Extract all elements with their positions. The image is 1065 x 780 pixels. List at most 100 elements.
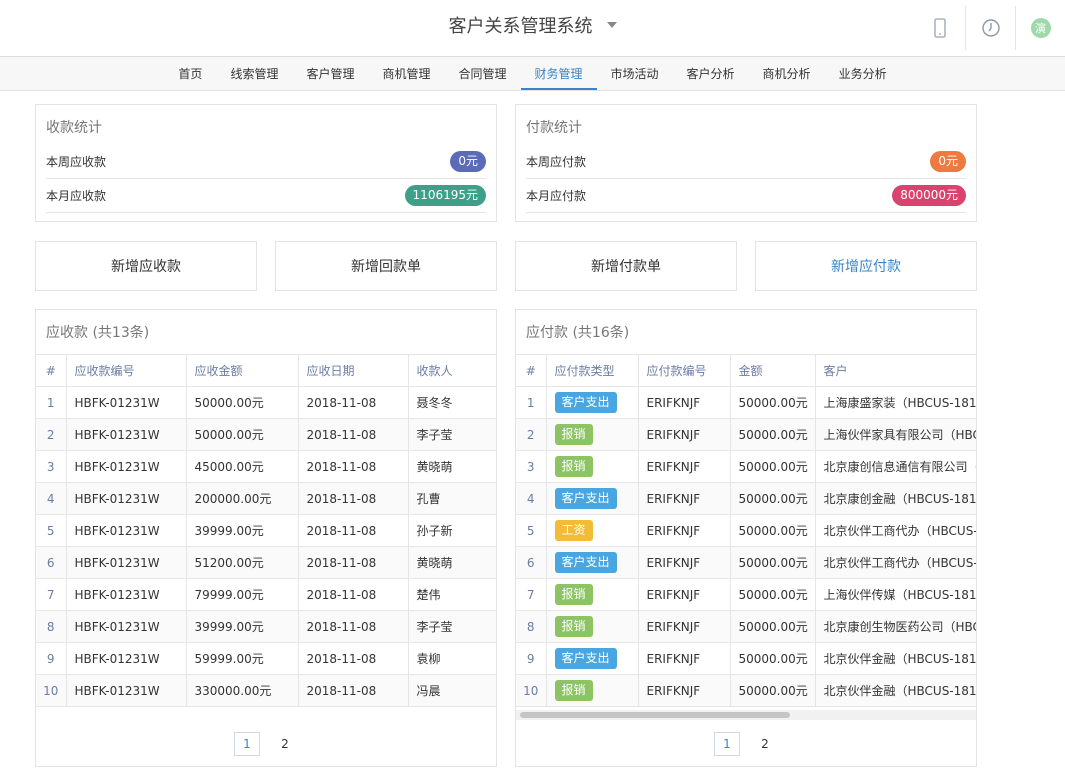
table-cell: 59999.00元 <box>186 642 299 675</box>
page-button[interactable]: 2 <box>272 732 298 756</box>
chevron-down-icon[interactable] <box>606 22 617 28</box>
nav-item[interactable]: 客户分析 <box>673 57 749 90</box>
table-cell: 北京伙伴金融（HBCUS-1810 <box>815 674 976 707</box>
table-row[interactable]: 2 报销 ERIFKNJF 50000.00元 上海伙伴家具有限公司（HBC <box>516 418 976 451</box>
page-button[interactable]: 2 <box>752 732 778 756</box>
table-cell: 李子莹 <box>408 610 496 643</box>
app-title[interactable]: 客户关系管理系统 <box>0 12 1065 38</box>
column-header[interactable]: 应收款编号 <box>66 354 187 387</box>
add-payment-button[interactable]: 新增付款单 <box>515 241 737 291</box>
table-cell: ERIFKNJF <box>638 418 731 451</box>
avatar[interactable]: 演 <box>1030 18 1051 38</box>
table-cell: 50000.00元 <box>730 418 816 451</box>
receivables-pagination: 12 <box>36 732 496 756</box>
table-cell: 50000.00元 <box>186 418 299 451</box>
table-row[interactable]: 1 客户支出 ERIFKNJF 50000.00元 上海康盛家装（HBCUS-1810 <box>516 386 976 419</box>
column-header[interactable]: 应收金额 <box>186 354 299 387</box>
add-receivable-button[interactable]: 新增应收款 <box>35 241 257 291</box>
type-tag: 工资 <box>554 520 593 541</box>
table-cell: 39999.00元 <box>186 514 299 547</box>
app-title-text[interactable]: 客户关系管理系统 <box>449 16 593 37</box>
table-row[interactable]: 8 HBFK-01231W 39999.00元 2018-11-08 李子莹 <box>36 610 496 643</box>
table-cell: 北京康创信息通信有限公司（ <box>815 450 976 483</box>
table-row[interactable]: 3 报销 ERIFKNJF 50000.00元 北京康创信息通信有限公司（ <box>516 450 976 483</box>
nav-item[interactable]: 商机管理 <box>368 57 444 90</box>
nav-item[interactable]: 首页 <box>164 57 216 90</box>
table-row[interactable]: 4 HBFK-01231W 200000.00元 2018-11-08 孔曹 <box>36 482 496 515</box>
stat-value-badge: 0元 <box>930 151 966 172</box>
table-row[interactable]: 6 HBFK-01231W 51200.00元 2018-11-08 黄晓萌 <box>36 546 496 579</box>
horizontal-scrollbar[interactable] <box>516 710 976 720</box>
table-row[interactable]: 7 报销 ERIFKNJF 50000.00元 上海伙伴传媒（HBCUS-1810 <box>516 578 976 611</box>
type-tag: 客户支出 <box>554 552 617 573</box>
phone-icon[interactable] <box>915 6 965 50</box>
table-cell: 50000.00元 <box>730 674 816 707</box>
table-row[interactable]: 1 HBFK-01231W 50000.00元 2018-11-08 聂冬冬 <box>36 386 496 419</box>
add-collection-button[interactable]: 新增回款单 <box>275 241 497 291</box>
table-cell: 3 <box>516 450 547 483</box>
nav-item[interactable]: 商机分析 <box>749 57 825 90</box>
table-row[interactable]: 3 HBFK-01231W 45000.00元 2018-11-08 黄晓萌 <box>36 450 496 483</box>
table-cell: 8 <box>516 610 547 643</box>
table-cell: 50000.00元 <box>730 610 816 643</box>
table-cell: 200000.00元 <box>186 482 299 515</box>
column-header[interactable]: 应付款类型 <box>546 354 639 387</box>
table-cell: 6 <box>516 546 547 579</box>
type-cell: 客户支出 <box>546 386 639 419</box>
table-row[interactable]: 4 客户支出 ERIFKNJF 50000.00元 北京康创金融（HBCUS-1810 <box>516 482 976 515</box>
table-row[interactable]: 8 报销 ERIFKNJF 50000.00元 北京康创生物医药公司（HBC <box>516 610 976 643</box>
table-cell: 李子莹 <box>408 418 496 451</box>
add-payable-button[interactable]: 新增应付款 <box>755 241 977 291</box>
nav-item[interactable]: 客户管理 <box>292 57 368 90</box>
table-row[interactable]: 5 工资 ERIFKNJF 50000.00元 北京伙伴工商代办（HBCUS- <box>516 514 976 547</box>
column-header[interactable]: 收款人 <box>408 354 496 387</box>
table-cell: 2 <box>36 418 67 451</box>
clock-icon[interactable] <box>965 6 1015 50</box>
nav-item[interactable]: 市场活动 <box>597 57 673 90</box>
table-row[interactable]: 10 报销 ERIFKNJF 50000.00元 北京伙伴金融（HBCUS-1810 <box>516 674 976 707</box>
stat-label: 本月应付款 <box>526 189 587 203</box>
nav-item[interactable]: 财务管理 <box>520 57 597 90</box>
page-button[interactable]: 1 <box>234 732 260 756</box>
column-header[interactable]: # <box>36 354 67 387</box>
table-cell: ERIFKNJF <box>638 514 731 547</box>
table-cell: ERIFKNJF <box>638 674 731 707</box>
top-bar: 客户关系管理系统 演 <box>0 0 1065 57</box>
table-row[interactable]: 7 HBFK-01231W 79999.00元 2018-11-08 楚伟 <box>36 578 496 611</box>
stat-label: 本周应收款 <box>46 155 107 169</box>
table-cell: 50000.00元 <box>730 578 816 611</box>
table-cell: HBFK-01231W <box>66 418 187 451</box>
table-cell: 7 <box>36 578 67 611</box>
nav-item[interactable]: 线索管理 <box>216 57 292 90</box>
table-cell: 2018-11-08 <box>298 514 409 547</box>
user-avatar[interactable]: 演 <box>1015 6 1065 50</box>
type-tag: 客户支出 <box>554 488 617 509</box>
table-cell: 7 <box>516 578 547 611</box>
table-row[interactable]: 2 HBFK-01231W 50000.00元 2018-11-08 李子莹 <box>36 418 496 451</box>
table-cell: 楚伟 <box>408 578 496 611</box>
table-row[interactable]: 5 HBFK-01231W 39999.00元 2018-11-08 孙子新 <box>36 514 496 547</box>
column-header[interactable]: 客户 <box>815 354 976 387</box>
table-row[interactable]: 10 HBFK-01231W 330000.00元 2018-11-08 冯晨 <box>36 674 496 707</box>
type-tag: 客户支出 <box>554 648 617 669</box>
scrollbar-thumb[interactable] <box>520 712 790 718</box>
table-cell: 5 <box>516 514 547 547</box>
nav-item[interactable]: 业务分析 <box>825 57 901 90</box>
table-row[interactable]: 9 客户支出 ERIFKNJF 50000.00元 北京伙伴金融（HBCUS-1810 <box>516 642 976 675</box>
column-header[interactable]: 应收日期 <box>298 354 409 387</box>
table-cell: 50000.00元 <box>730 482 816 515</box>
page-button[interactable]: 1 <box>714 732 740 756</box>
table-row[interactable]: 9 HBFK-01231W 59999.00元 2018-11-08 袁柳 <box>36 642 496 675</box>
table-cell: 孙子新 <box>408 514 496 547</box>
type-tag: 报销 <box>554 424 593 445</box>
table-cell: ERIFKNJF <box>638 642 731 675</box>
nav-item[interactable]: 合同管理 <box>444 57 520 90</box>
table-cell: HBFK-01231W <box>66 514 187 547</box>
column-header[interactable]: # <box>516 354 547 387</box>
table-cell: 5 <box>36 514 67 547</box>
table-row[interactable]: 6 客户支出 ERIFKNJF 50000.00元 北京伙伴工商代办（HBCUS- <box>516 546 976 579</box>
column-header[interactable]: 应付款编号 <box>638 354 731 387</box>
payables-panel: 应付款 (共16条) # 应付款类型 应付款编号 金额 客户 1 客户支出 ERIFKNJF… <box>515 309 977 767</box>
column-header[interactable]: 金额 <box>730 354 816 387</box>
stat-row-week-receivable: 本周应收款 0元 <box>46 145 486 179</box>
